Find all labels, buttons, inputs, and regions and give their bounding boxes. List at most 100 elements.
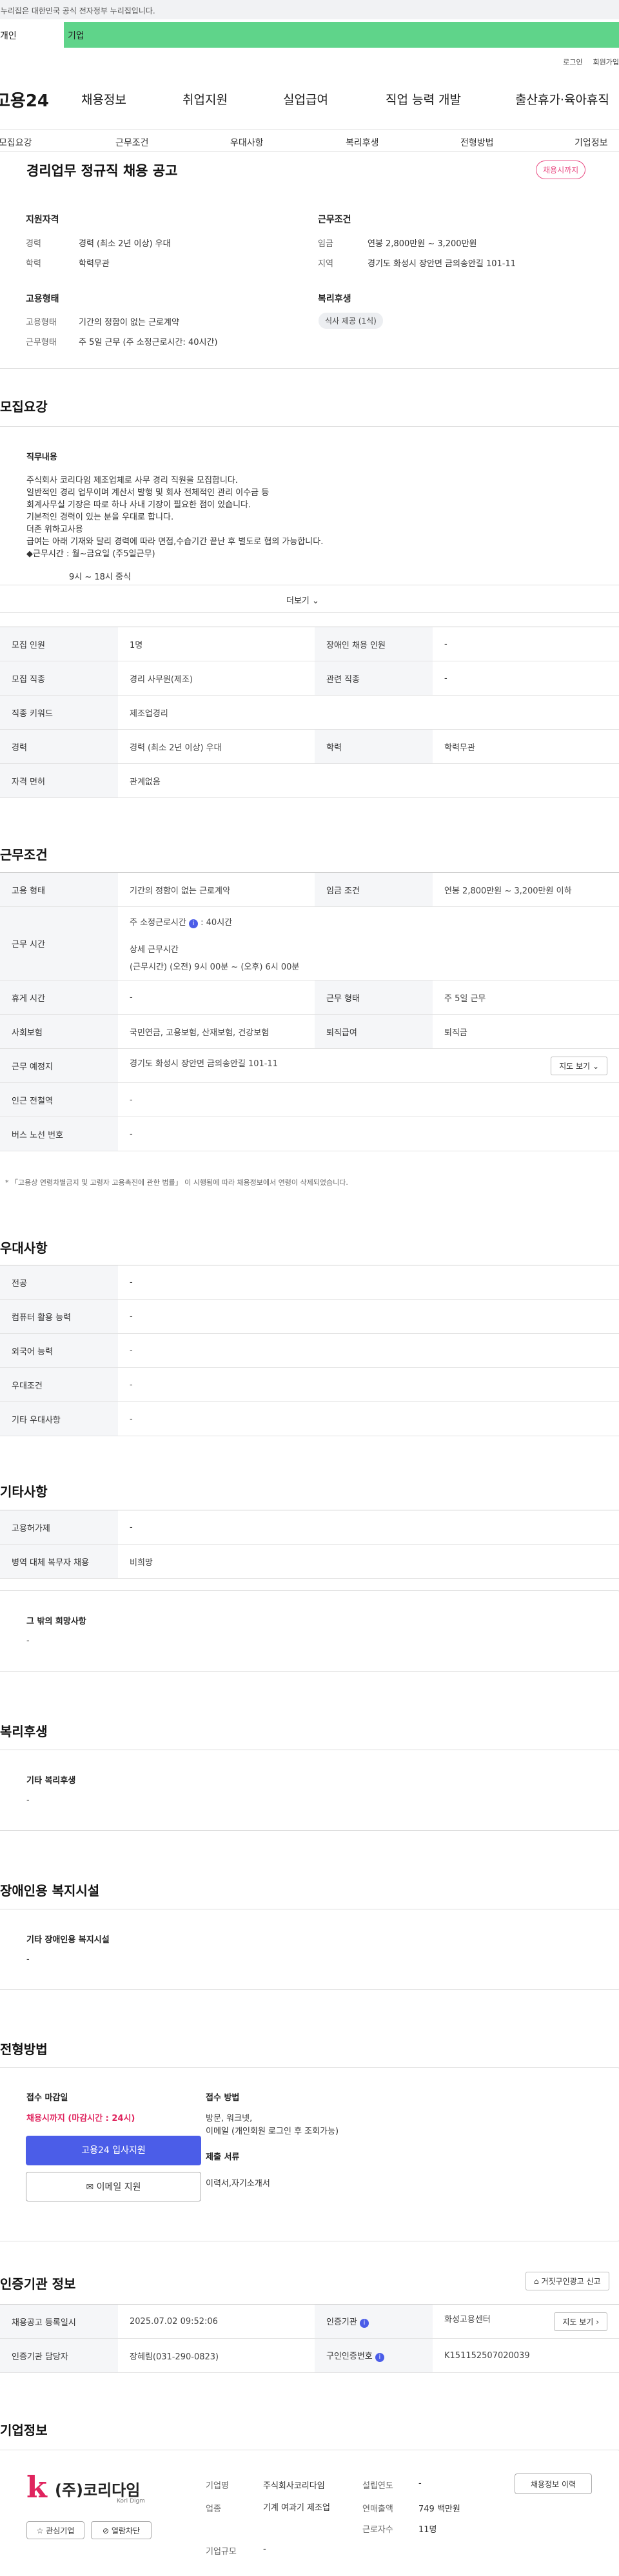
table-header: 경력 [0, 729, 118, 764]
company-logo-subtext: Kori Digm [117, 2498, 145, 2504]
table-header: 외국어 능력 [0, 1333, 118, 1368]
other-wishes-card: 그 밖의 희망사항 - [0, 1590, 619, 1672]
table-cell: K151152507020039 [433, 2338, 619, 2373]
table-header: 근무 형태 [315, 980, 433, 1015]
company-field-value: 기계 여과기 제조업 [263, 2503, 330, 2513]
table-cell: - [118, 980, 315, 1015]
map-button[interactable]: 지도 보기 ⌄ [551, 1056, 607, 1075]
job-line: 급여는 아래 기재와 달리 경력에 따라 면접,수습기간 끝난 후 별도로 협의… [26, 537, 324, 547]
table-header: 기타 우대사항 [0, 1401, 118, 1436]
table-row: 경력 경력 (최소 2년 이상) 우대 학력 학력무관 [0, 729, 619, 764]
table-cell: - [118, 1299, 619, 1334]
block-icon: ⊘ [102, 2526, 110, 2535]
table-cell: - [433, 627, 619, 661]
info-icon[interactable]: i [375, 2353, 384, 2362]
weekly-hours-label: 주 소정근로시간 [130, 917, 186, 928]
subnav-preference[interactable]: 우대사항 [230, 136, 264, 149]
welfare-other-value: - [26, 1795, 30, 1805]
other-wishes-heading: 그 밖의 희망사항 [26, 1617, 86, 1626]
job-line: 회계사무실 기장은 따로 하나 사내 기장이 필요한 점이 있습니다. [26, 500, 251, 510]
info-icon[interactable]: i [359, 2319, 369, 2328]
method-line: 이메일 (개인회원 로그인 후 조회가능) [206, 2127, 339, 2136]
company-field-label: 근로자수 [362, 2525, 393, 2535]
emp-value: 기간의 정함이 없는 근로계약 [79, 318, 179, 327]
company-field-label: 설립연도 [362, 2481, 393, 2491]
site-logo[interactable]: 고용24 [0, 88, 49, 112]
table-header: 학력 [315, 729, 433, 764]
table-header: 인증기관 i [315, 2304, 433, 2339]
company-field-value: 주식회사코리다임 [263, 2481, 325, 2491]
table-header: 전공 [0, 1265, 118, 1300]
work-label: 임금 [318, 239, 333, 249]
table-header: 모집 인원 [0, 627, 118, 661]
login-link[interactable]: 로그인 [563, 58, 582, 66]
table-cell: 경력 (최소 2년 이상) 우대 [118, 729, 315, 764]
table-row: 근무 예정지 경기도 화성시 장안면 금의송안길 101-11 지도 보기 ⌄ [0, 1048, 619, 1083]
employment-heading: 고용형태 [26, 294, 59, 304]
work-hours-cell: 주 소정근로시간 i : 40시간 상세 근무시간 (근무시간) (오전) 9시… [118, 906, 619, 981]
table-header: 우대조건 [0, 1367, 118, 1402]
subnav-condition[interactable]: 근무조건 [115, 136, 149, 149]
table-cell: 1명 [118, 627, 315, 661]
recruit-table: 모집 인원 1명 장애인 채용 인원 - 모집 직종 경리 사무원(제조) 관련… [0, 627, 619, 798]
deadline-badge: 채용시까지 [536, 161, 586, 179]
table-cell: - [433, 661, 619, 696]
info-icon[interactable]: i [189, 919, 198, 928]
agency-map-button[interactable]: 지도 보기 › [554, 2312, 607, 2331]
summary-card: 경리업무 정규직 채용 공고 채용시까지 지원자격 경력 경력 (최소 2년 이… [0, 151, 619, 369]
disability-other-heading: 기타 장애인용 복지시설 [26, 1935, 110, 1945]
qual-label: 경력 [26, 239, 41, 249]
method-heading: 접수 방법 [206, 2093, 240, 2103]
other-wishes-value: - [26, 1636, 30, 1646]
chevron-down-icon: ⌄ [312, 596, 319, 606]
subnav-recruit[interactable]: 모집요강 [0, 136, 32, 149]
table-row: 컴퓨터 활용 능력 - [0, 1299, 619, 1334]
cert-table: 채용공고 등록일시 2025.07.02 09:52:06 인증기관 i 화성고… [0, 2304, 619, 2373]
top-links: 로그인 회원가입 [553, 57, 619, 67]
apply-button[interactable]: 고용24 입사지원 [26, 2136, 201, 2165]
gnb-jobs[interactable]: 채용정보 [81, 90, 126, 108]
qual-label: 학력 [26, 259, 41, 269]
more-button[interactable]: 더보기 ⌄ [286, 594, 319, 606]
subnav-process[interactable]: 전형방법 [460, 136, 494, 149]
table-row: 고용허가제 - [0, 1510, 619, 1545]
table-cell: - [118, 1082, 619, 1117]
tab-personal[interactable]: 개인 [0, 22, 64, 48]
table-row: 사회보험 국민연금, 고용보험, 산재보험, 건강보험 퇴직급여 퇴직금 [0, 1014, 619, 1049]
gov-banner: 이 누리집은 대한민국 공식 전자정부 누리집입니다. [0, 0, 619, 19]
gnb-unemployment-benefit[interactable]: 실업급여 [283, 90, 328, 108]
table-row: 모집 직종 경리 사무원(제조) 관련 직종 - [0, 661, 619, 696]
gnb-parental-leave[interactable]: 출산휴가·육아휴직 [515, 90, 609, 108]
subnav-company[interactable]: 기업정보 [575, 136, 608, 149]
table-cell: - [118, 1510, 619, 1545]
etc-table: 고용허가제 - 병역 대체 복무자 채용 비희망 [0, 1510, 619, 1579]
gnb-employment-support[interactable]: 취업지원 [182, 90, 228, 108]
table-cell: 장혜림(031-290-0823) [118, 2338, 315, 2373]
section-nav: 모집요강 근무조건 우대사항 복리후생 전형방법 기업정보 [0, 129, 619, 153]
table-header: 근무 예정지 [0, 1048, 118, 1083]
table-header: 퇴직급여 [315, 1014, 433, 1049]
interest-company-button[interactable]: ☆ 관심기업 [26, 2521, 84, 2539]
gnb-vocational-training[interactable]: 직업 능력 개발 [386, 90, 461, 108]
email-apply-button[interactable]: ✉ 이메일 지원 [26, 2172, 201, 2201]
table-header: 근무 시간 [0, 906, 118, 981]
company-field-label: 연매출액 [362, 2504, 393, 2514]
table-row: 직종 키워드 제조업경리 [0, 695, 619, 730]
table-row: 고용 형태 기간의 정함이 없는 근로계약 임금 조건 연봉 2,800만원 ~… [0, 872, 619, 907]
docs-heading: 제출 서류 [206, 2152, 240, 2162]
recruit-section-title: 모집요강 [0, 399, 48, 415]
disability-other-value: - [26, 1955, 30, 1964]
block-view-button[interactable]: ⊘ 열람차단 [91, 2521, 152, 2539]
job-line: 더존 위하고사용 [26, 525, 83, 534]
company-field-value: - [263, 2544, 266, 2554]
company-section-title: 기업정보 [0, 2423, 48, 2438]
condition-table: 고용 형태 기간의 정함이 없는 근로계약 임금 조건 연봉 2,800만원 ~… [0, 872, 619, 1151]
signup-link[interactable]: 회원가입 [593, 58, 619, 66]
false-ad-report-button[interactable]: ⌂ 거짓구인광고 신고 [526, 2272, 609, 2290]
recruit-history-button[interactable]: 채용정보 이력 [515, 2474, 592, 2494]
table-cell: 비희망 [118, 1544, 619, 1579]
table-cell: 기간의 정함이 없는 근로계약 [118, 872, 315, 907]
tab-company[interactable]: 기업 [64, 22, 619, 48]
subnav-welfare[interactable]: 복리후생 [346, 136, 379, 149]
cert-section-title: 인증기관 정보 [0, 2276, 76, 2292]
